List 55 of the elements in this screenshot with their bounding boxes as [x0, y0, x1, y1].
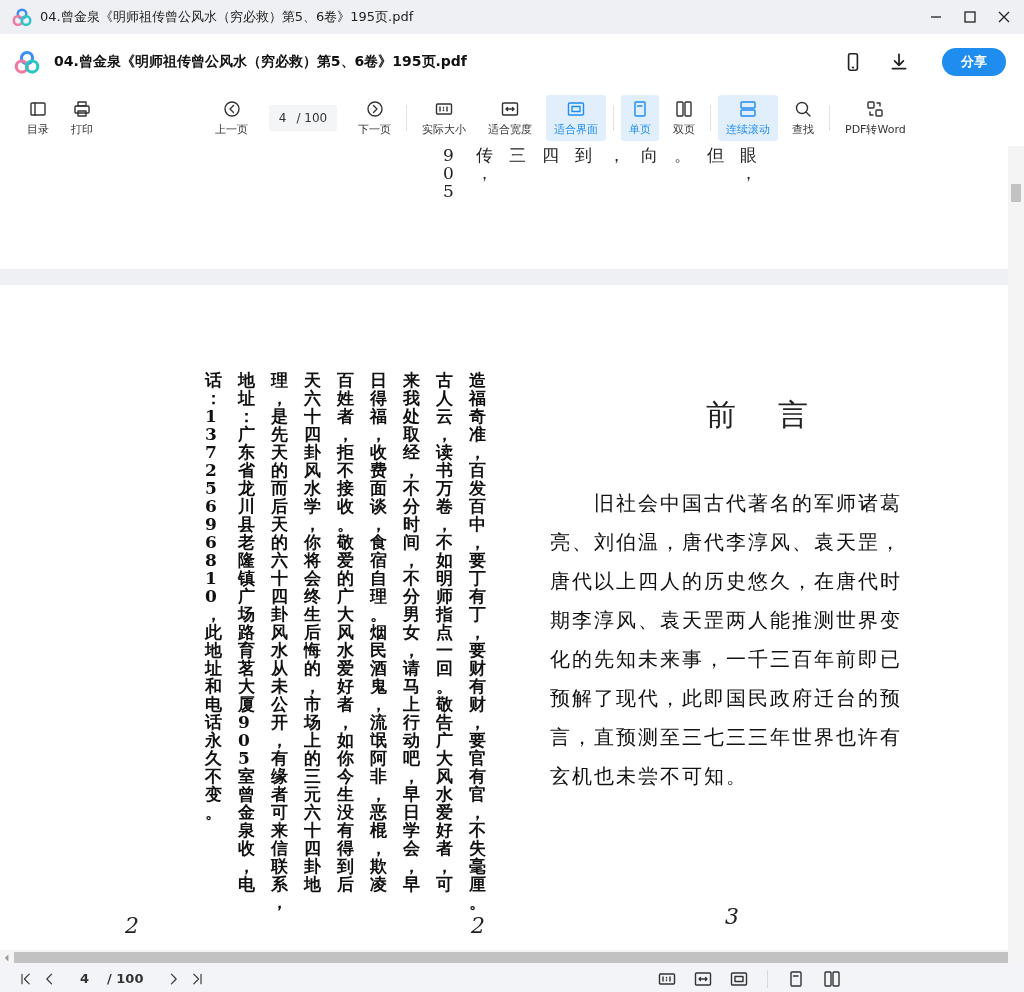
- text-column: 四: [542, 146, 560, 164]
- text-column: 日得福，收费面谈，食宿自理。烟民酒鬼，流氓阿非，恶棍，欺凌: [370, 371, 388, 893]
- scroll-thumb[interactable]: [14, 952, 1008, 963]
- text-column: 传，: [476, 146, 494, 182]
- toolbar-button[interactable]: 双页: [665, 95, 703, 141]
- search-icon: [793, 99, 813, 119]
- toolbar-button[interactable]: 目录: [19, 95, 57, 141]
- toolbar-button[interactable]: 打印: [63, 95, 101, 141]
- text-column: 眼，: [740, 146, 758, 182]
- text-column: 理，是先天的而后天的六十四卦风水从未公开，有缘者可来信联系，: [271, 371, 289, 911]
- chevron-right-icon: [364, 99, 385, 119]
- document-title: 04.曾金泉《明师祖传曾公风水（穷必救）第5、6卷》195页.pdf: [54, 53, 467, 71]
- text-column: 来我处取经，不分时间，不分男女，请马上行动吧，早日学会，早: [403, 371, 421, 893]
- toolbar-button[interactable]: 实际大小: [414, 95, 474, 141]
- double-page-icon: [674, 99, 694, 119]
- text-column: 造福奇准，百发百中，要丁有丁，要财有财，要官有官，不失毫厘。: [469, 371, 487, 911]
- fit-width-icon: [500, 99, 520, 119]
- window-title: 04.曾金泉《明师祖传曾公风水（穷必救）第5、6卷》195页.pdf: [40, 8, 414, 26]
- page-number: 4: [80, 971, 90, 986]
- app-logo-icon: [12, 7, 32, 27]
- text-column: 905: [443, 146, 461, 200]
- text-column: ，: [608, 146, 626, 164]
- scroll-thumb[interactable]: [1011, 184, 1021, 202]
- chevron-left-icon: [221, 99, 242, 119]
- text-column: 百姓者，拒不接收。敬爱的广大风水爱好者，如你今生没有得到后: [337, 371, 355, 893]
- heading: 前 言: [705, 396, 815, 434]
- page-number: 3: [725, 904, 740, 929]
- text-column: 话：13725696810，此地址和电话永久不变。: [205, 371, 223, 821]
- fit-page-icon: [566, 99, 586, 119]
- text-column: 到: [575, 146, 593, 164]
- handwritten-mark: 2: [125, 913, 139, 938]
- text-column: 向: [641, 146, 659, 164]
- text-column: 。: [674, 146, 692, 164]
- toolbar-button[interactable]: 上一页: [207, 95, 256, 141]
- text-column: 天六十四卦风水学，你将会终生后悔的，市场上的三元六十四卦地: [304, 371, 322, 893]
- toolbar-button[interactable]: 查找: [784, 95, 822, 141]
- page-number: 2: [471, 913, 485, 938]
- horizontal-scrollbar[interactable]: [0, 950, 1024, 965]
- text-column: 古人云，读书万卷，不如明师指点一回。敬告广大风水爱好者，可: [436, 371, 454, 893]
- vertical-scrollbar[interactable]: [1008, 146, 1024, 950]
- app-logo-icon: [14, 49, 40, 75]
- toolbar-button[interactable]: 下一页: [350, 95, 399, 141]
- text-column: 三: [509, 146, 527, 164]
- double-page-icon: [822, 968, 843, 989]
- page-count: / 100: [107, 971, 144, 986]
- paragraph: 旧社会中国古代著名的军师诸葛亮、刘伯温，唐代李淳风、袁天罡，唐代以上四人的历史悠久，在唐代时期李淳风、袁天罡两人能推测世界变化的先知未来事，一千三百年前即已预解了现代，此即国民政府迁台的预言，直预测至三七三三年世界也许有玄机也未尝不可知。: [550, 490, 903, 790]
- continuous-pages-icon: [738, 99, 758, 119]
- toolbar-button[interactable]: PDF转Word: [837, 95, 914, 141]
- toolbar-button[interactable]: 适合宽度: [480, 95, 540, 141]
- printer-icon: [72, 99, 92, 119]
- page-number-field[interactable]: 4 / 100: [269, 105, 337, 131]
- text-column: 地址：广东省龙川县老隆镇广场路育茗大厦905室曾金泉收，电: [238, 371, 256, 893]
- text-column: 但: [707, 146, 725, 164]
- convert-icon: [865, 99, 886, 119]
- toc-icon: [28, 99, 48, 119]
